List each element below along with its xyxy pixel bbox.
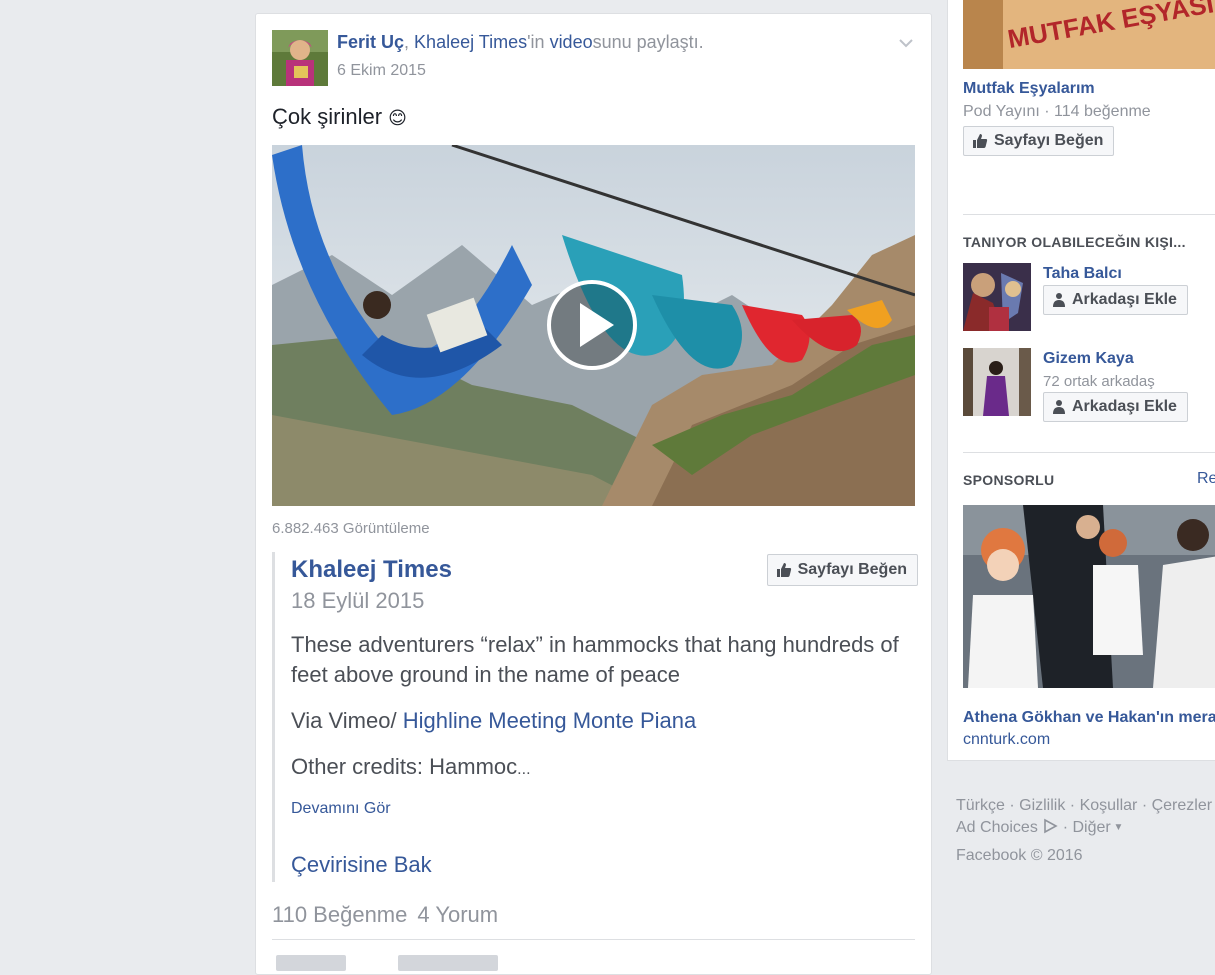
suggested-page-name[interactable]: Mutfak Eşyalarım [963,80,1095,98]
like-count[interactable]: 110 Beğenme [272,902,407,927]
like-page-button[interactable]: Sayfayı Beğen [766,554,918,586]
credits-ellipsis: ... [517,761,531,778]
header-possessive: 'in [527,32,550,52]
stats-divider [272,939,915,940]
footer-copyright: Facebook © 2016 [956,847,1083,864]
sidebar-footer: Türkçe · Gizlilik · Koşullar · Çerezler … [956,795,1215,867]
footer-more[interactable]: Diğer [1073,819,1111,836]
page-ad-image[interactable]: MUTFAK EŞYASI [963,0,1215,69]
footer-ad-choices[interactable]: Ad Choices [956,819,1038,836]
post-timestamp[interactable]: 6 Ekim 2015 [337,62,426,80]
add-friend-icon [1053,293,1065,307]
author-avatar[interactable] [272,30,328,86]
smile-emoji-icon: 😊 [388,108,407,128]
footer-link-cookies[interactable]: Çerezler [1152,797,1212,814]
shared-description: These adventurers “relax” in hammocks th… [291,630,916,801]
shared-attachment: Khaleej Times 18 Eylül 2015 Sayfayı Beğe… [272,552,918,882]
thumbs-up-icon [973,134,988,148]
people-you-may-know-title[interactable]: TANIYOR OLABILECEĞIN KIŞI... [963,234,1186,250]
ad-choices-icon[interactable] [1042,818,1058,834]
add-friend-button[interactable]: Arkadaşı Ekle [1043,392,1188,422]
suggested-page-like-button[interactable]: Sayfayı Beğen [963,126,1115,156]
post-header-line: Ferit Uç, Khaleej Times'in videosunu pay… [337,32,704,53]
comment-action-button[interactable] [398,955,498,971]
footer-link-terms[interactable]: Koşullar [1080,797,1138,814]
sponsored-title: SPONSORLU [963,472,1055,488]
sponsored-ad-image[interactable] [963,505,1215,688]
author-link[interactable]: Ferit Uç [337,32,404,52]
add-friend-label: Arkadaşı Ekle [1072,398,1177,415]
shared-paragraph-2: Via Vimeo/ Highline Meeting Monte Piana [291,706,916,736]
post-stats: 110 Beğenme 4 Yorum [272,902,508,928]
like-page-label: Sayfayı Beğen [797,561,907,578]
mutual-friends[interactable]: 72 ortak arkadaş [1043,373,1155,390]
shared-date: 18 Eylül 2015 [291,588,425,613]
person-name[interactable]: Gizem Kaya [1043,350,1134,368]
footer-links-row-2: Ad Choices · Diğer ▼ [956,818,1124,836]
post-message: Çok şirinler 😊 [272,104,407,130]
footer-link-privacy[interactable]: Gizlilik [1019,797,1065,814]
suggested-page-meta: Pod Yayını · 114 beğenme [963,103,1151,120]
sidebar-divider [963,214,1215,215]
see-more-link[interactable]: Devamını Gör [291,800,391,818]
post-header: Ferit Uç, Khaleej Times'in videosunu pay… [272,30,915,90]
page-link[interactable]: Khaleej Times [414,32,527,52]
create-ad-link[interactable]: Re [1197,470,1215,488]
feed-post: Ferit Uç, Khaleej Times'in videosunu pay… [255,13,932,975]
sidebar-divider [963,452,1215,453]
add-friend-icon [1053,400,1065,414]
via-link[interactable]: Highline Meeting Monte Piana [403,708,697,733]
footer-link-language[interactable]: Türkçe [956,797,1005,814]
thumbs-up-icon [776,563,791,577]
like-action-button[interactable] [276,955,346,971]
comment-count[interactable]: 4 Yorum [417,902,498,927]
header-comma: , [404,32,415,52]
caret-down-icon[interactable]: ▼ [1111,822,1124,833]
person-avatar[interactable] [963,263,1031,331]
sponsored-ad-domain[interactable]: cnnturk.com [963,731,1050,749]
post-message-text: Çok şirinler [272,104,383,129]
credits-text: Other credits: Hammoc [291,754,518,779]
video-player[interactable] [272,145,915,506]
view-count: 6.882.463 Görüntüleme [272,520,430,537]
post-actions [272,949,912,973]
person-avatar[interactable] [963,348,1031,416]
suggested-page-like-label: Sayfayı Beğen [994,132,1104,149]
right-sidebar: MUTFAK EŞYASI Mutfak Eşyalarım Pod Yayın… [947,0,1215,761]
add-friend-label: Arkadaşı Ekle [1072,291,1177,308]
sponsored-ad-title[interactable]: Athena Gökhan ve Hakan'ın mera [963,709,1215,727]
via-prefix: Via Vimeo/ [291,708,403,733]
chevron-down-icon[interactable] [897,34,915,52]
footer-links-row: Türkçe · Gizlilik · Koşullar · Çerezler [956,797,1213,814]
shared-paragraph-1: These adventurers “relax” in hammocks th… [291,632,899,687]
shared-paragraph-3: Other credits: Hammoc... [291,752,916,785]
person-name[interactable]: Taha Balcı [1043,265,1122,283]
video-link[interactable]: video [550,32,593,52]
see-translation-link[interactable]: Çevirisine Bak [291,852,432,878]
header-action: sunu paylaştı. [592,32,704,52]
shared-page-name[interactable]: Khaleej Times [291,556,452,584]
add-friend-button[interactable]: Arkadaşı Ekle [1043,285,1188,315]
